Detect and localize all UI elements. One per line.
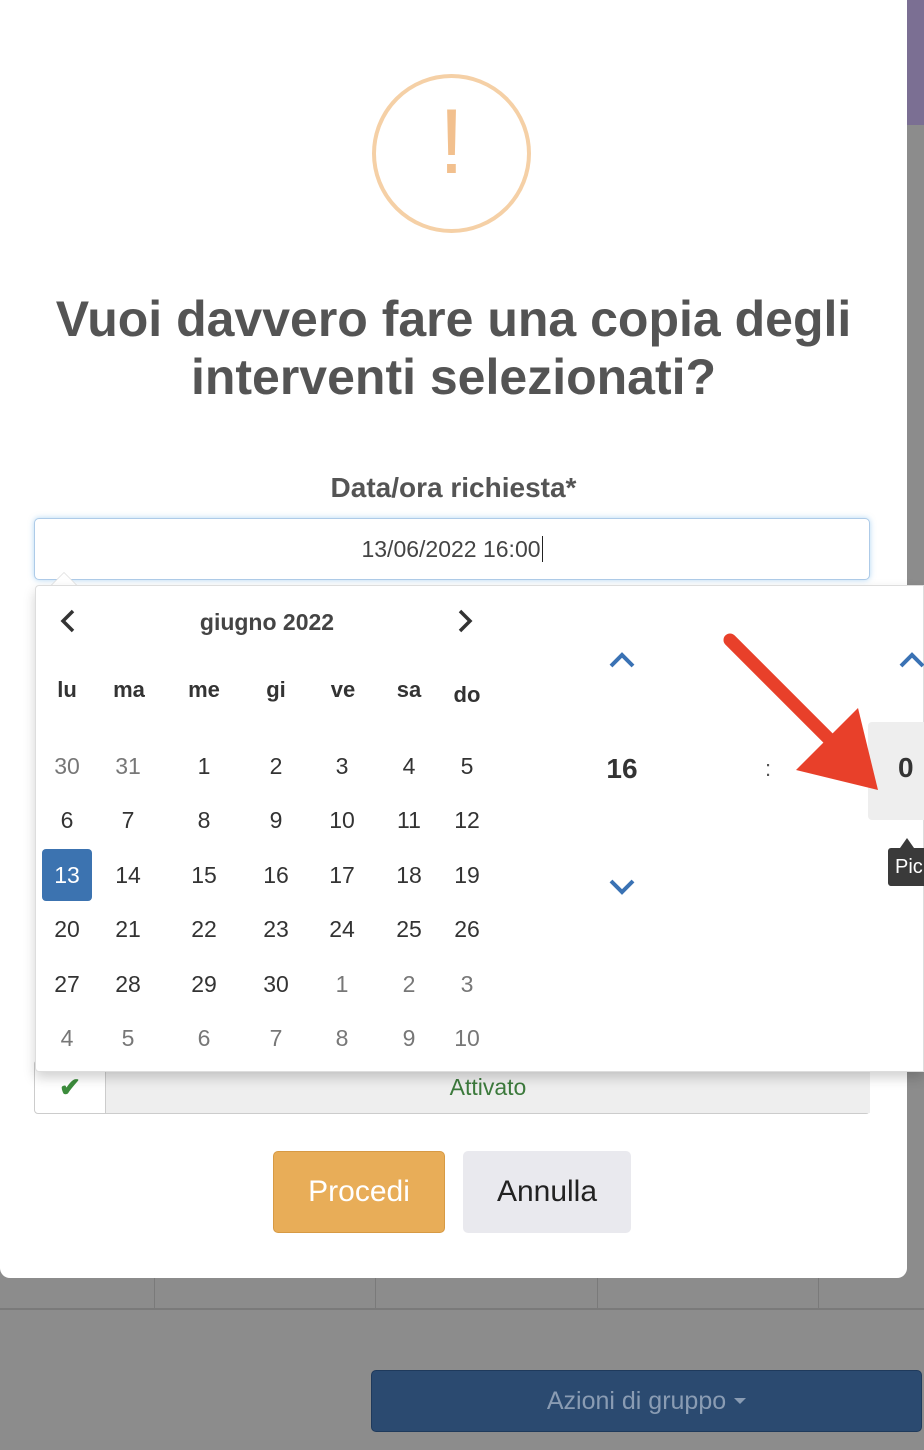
calendar-day[interactable]: 1 <box>317 958 367 1010</box>
weekday-header: lu <box>57 677 77 702</box>
weekday-header: sa <box>396 677 422 702</box>
calendar-day[interactable]: 24 <box>317 903 367 955</box>
chevron-up-icon <box>609 652 635 668</box>
calendar-day[interactable]: 21 <box>103 903 153 955</box>
chevron-left-icon <box>60 609 75 633</box>
weekday-header: me <box>188 677 220 702</box>
calendar-day[interactable]: 10 <box>317 794 367 846</box>
proceed-button[interactable]: Procedi <box>273 1151 445 1233</box>
calendar-day-selected[interactable]: 13 <box>42 849 92 901</box>
calendar-day[interactable]: 7 <box>251 1012 301 1064</box>
date-field-label: Data/ora richiesta* <box>330 472 577 503</box>
picker-pointer <box>51 572 77 585</box>
chevron-up-icon <box>899 652 924 668</box>
weekday-header: gi <box>266 677 286 702</box>
date-time-input[interactable]: 13/06/2022 16:00 <box>34 518 870 580</box>
calendar-day[interactable]: 5 <box>442 740 492 792</box>
group-actions-label: Azioni di gruppo <box>546 1386 727 1415</box>
calendar-day[interactable]: 10 <box>442 1012 492 1064</box>
hour-value[interactable]: 16 <box>591 749 653 789</box>
background-table-divider <box>375 1278 376 1308</box>
text-cursor <box>541 536 543 562</box>
calendar-day[interactable]: 8 <box>179 794 229 846</box>
chevron-right-icon <box>458 609 473 633</box>
calendar-day[interactable]: 16 <box>251 849 301 901</box>
dialog-title: Vuoi davvero fare una copia degli interv… <box>55 291 852 405</box>
background-table-header <box>0 1278 924 1310</box>
calendar-day[interactable]: 28 <box>103 958 153 1010</box>
calendar-day[interactable]: 27 <box>42 958 92 1010</box>
calendar-day[interactable]: 26 <box>442 903 492 955</box>
calendar-day[interactable]: 1 <box>179 740 229 792</box>
exclamation-icon: ! <box>438 91 465 193</box>
calendar-day[interactable]: 22 <box>179 903 229 955</box>
hour-decrement-button[interactable] <box>606 871 638 903</box>
calendar-day[interactable]: 31 <box>103 740 153 792</box>
minute-tooltip: Pic <box>888 848 924 886</box>
caret-down-icon <box>734 1398 747 1404</box>
group-actions-button[interactable]: Azioni di gruppo <box>371 1370 922 1432</box>
weekday-header: ma <box>113 677 145 702</box>
calendar-day[interactable]: 2 <box>251 740 301 792</box>
calendar-day[interactable]: 3 <box>317 740 367 792</box>
calendar-day[interactable]: 11 <box>384 794 434 846</box>
cancel-button[interactable]: Annulla <box>463 1151 631 1233</box>
background-header-strip <box>906 0 924 125</box>
calendar-day[interactable]: 4 <box>384 740 434 792</box>
calendar-day[interactable]: 30 <box>42 740 92 792</box>
background-table-divider <box>154 1278 155 1308</box>
calendar-day[interactable]: 20 <box>42 903 92 955</box>
tooltip-pointer <box>900 838 914 848</box>
warning-icon: ! <box>372 74 531 233</box>
calendar-day[interactable]: 8 <box>317 1012 367 1064</box>
calendar-day[interactable]: 23 <box>251 903 301 955</box>
calendar-day[interactable]: 29 <box>179 958 229 1010</box>
calendar-day[interactable]: 2 <box>384 958 434 1010</box>
minute-value: 0 <box>898 752 914 783</box>
calendar-day[interactable]: 25 <box>384 903 434 955</box>
calendar-day[interactable]: 3 <box>442 958 492 1010</box>
calendar-day[interactable]: 14 <box>103 849 153 901</box>
calendar-day[interactable]: 30 <box>251 958 301 1010</box>
calendar-day[interactable]: 7 <box>103 794 153 846</box>
calendar-day[interactable]: 9 <box>251 794 301 846</box>
annotation-arrow-icon <box>723 633 878 790</box>
background-table-divider <box>597 1278 598 1308</box>
calendar-day[interactable]: 6 <box>42 794 92 846</box>
calendar-day[interactable]: 5 <box>103 1012 153 1064</box>
calendar-day[interactable]: 18 <box>384 849 434 901</box>
calendar-day[interactable]: 6 <box>179 1012 229 1064</box>
background-table-divider <box>818 1278 819 1308</box>
prev-month-button[interactable] <box>53 606 83 636</box>
weekday-header: ve <box>330 677 356 702</box>
calendar-day[interactable]: 19 <box>442 849 492 901</box>
calendar-day[interactable]: 12 <box>442 794 492 846</box>
hour-increment-button[interactable] <box>606 644 638 676</box>
calendar-day[interactable]: 9 <box>384 1012 434 1064</box>
date-time-value: 13/06/2022 16:00 <box>361 535 541 562</box>
month-title[interactable]: giugno 2022 <box>106 606 428 638</box>
chevron-down-icon <box>609 879 635 895</box>
calendar-day[interactable]: 4 <box>42 1012 92 1064</box>
weekday-header: do <box>453 682 481 707</box>
next-month-button[interactable] <box>450 606 480 636</box>
calendar-day[interactable]: 15 <box>179 849 229 901</box>
calendar-day[interactable]: 17 <box>317 849 367 901</box>
minute-increment-button[interactable] <box>896 644 924 676</box>
